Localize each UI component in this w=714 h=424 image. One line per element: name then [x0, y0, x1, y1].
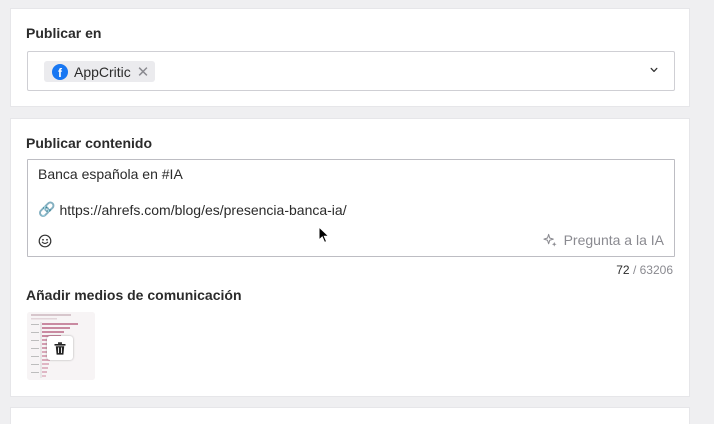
media-thumbnail[interactable]: [27, 312, 95, 380]
trash-icon: [54, 341, 66, 355]
sparkle-icon: [543, 233, 557, 247]
account-name: AppCritic: [74, 63, 131, 80]
remove-account-icon[interactable]: ✕: [137, 63, 150, 81]
chevron-down-icon[interactable]: [650, 66, 658, 74]
selected-account-chip: f AppCritic ✕: [44, 61, 156, 82]
publish-in-label: Publicar en: [26, 25, 102, 41]
next-section-card: [10, 407, 690, 424]
emoji-icon[interactable]: [38, 234, 52, 248]
publish-in-card: Publicar en f AppCritic ✕: [10, 8, 690, 107]
facebook-icon: f: [52, 63, 68, 80]
post-link-line[interactable]: 🔗 https://ahrefs.com/blog/es/presencia-b…: [38, 201, 347, 218]
ask-ai-label: Pregunta a la IA: [563, 232, 664, 248]
ask-ai-button[interactable]: Pregunta a la IA: [543, 232, 664, 248]
publish-in-select[interactable]: f AppCritic ✕: [27, 51, 675, 91]
character-count: 72: [616, 263, 630, 277]
post-content-editor[interactable]: Banca española en #IA 🔗 https://ahrefs.c…: [27, 159, 675, 257]
mouse-cursor-icon: [318, 226, 330, 244]
counter-separator: /: [632, 263, 637, 277]
link-icon: 🔗: [38, 201, 56, 217]
delete-media-button[interactable]: [47, 336, 73, 360]
post-text-line[interactable]: Banca española en #IA: [38, 166, 183, 182]
character-counter: 72 / 63206: [616, 263, 673, 277]
publish-content-card: Publicar contenido Banca española en #IA…: [10, 118, 690, 397]
post-link-text[interactable]: https://ahrefs.com/blog/es/presencia-ban…: [59, 202, 346, 218]
publish-content-label: Publicar contenido: [26, 135, 153, 151]
add-media-label: Añadir medios de comunicación: [26, 287, 242, 303]
character-limit: 63206: [639, 263, 673, 277]
